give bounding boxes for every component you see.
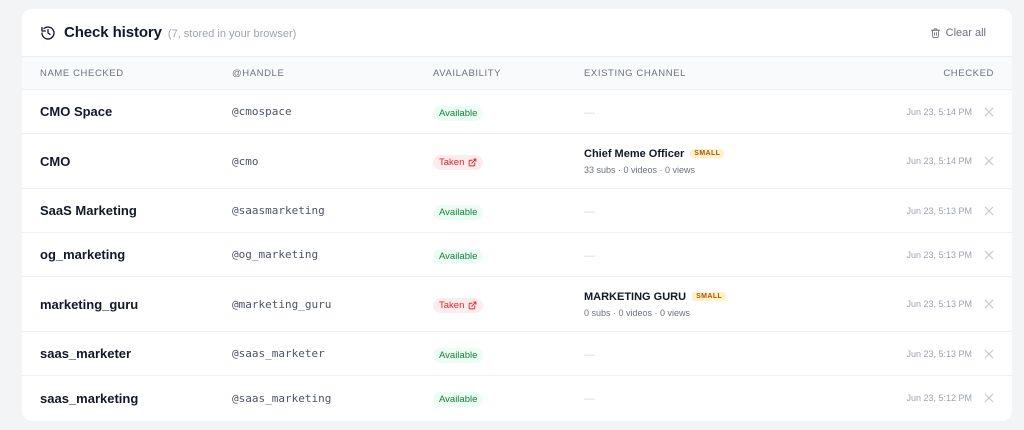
history-icon [40, 25, 56, 41]
channel-name: Chief Meme Officer [584, 147, 685, 160]
channel-size-tag: SMALL [692, 292, 727, 301]
table-row: saas_marketer @saas_marketer Available —… [22, 332, 1012, 376]
handle: @saasmarketing [232, 204, 325, 217]
handle: @cmo [232, 154, 259, 168]
remove-entry-button[interactable] [984, 299, 994, 309]
remove-entry-button[interactable] [984, 349, 994, 359]
checked-time: Jun 23, 5:12 PM [906, 393, 972, 403]
remove-entry-button[interactable] [984, 156, 994, 166]
handle: @marketing_guru [232, 297, 332, 311]
name-checked: CMO Space [40, 104, 113, 119]
table-row: CMO Space @cmospace Available — Jun 23, … [22, 90, 1012, 134]
close-icon [984, 156, 994, 166]
remove-entry-button[interactable] [984, 250, 994, 260]
checked-time: Jun 23, 5:14 PM [906, 106, 972, 117]
external-link-icon [469, 301, 477, 310]
handle: @saas_marketing [232, 391, 332, 405]
remove-entry-button[interactable] [984, 107, 994, 117]
status-badge: Available [433, 105, 484, 121]
column-header-availability[interactable]: AVAILABILITY [433, 68, 584, 79]
name-checked: marketing_guru [40, 296, 139, 312]
checked-time: Jun 23, 5:14 PM [906, 156, 972, 166]
page-title: Check history [64, 24, 162, 41]
column-header-name[interactable]: NAME CHECKED [40, 68, 232, 79]
handle: @cmospace [232, 105, 292, 118]
channel-name: MARKETING GURU [584, 290, 687, 303]
name-checked: og_marketing [40, 247, 126, 262]
check-history-card: Check history (7, stored in your browser… [22, 9, 1012, 421]
close-icon [984, 393, 994, 403]
status-label: Taken [439, 300, 465, 311]
handle: @saas_marketer [232, 347, 325, 360]
close-icon [984, 250, 994, 259]
status-badge: Available [433, 392, 484, 407]
card-header: Check history (7, stored in your browser… [22, 9, 1012, 57]
column-header-handle[interactable]: @HANDLE [232, 68, 433, 79]
table-row: SaaS Marketing @saasmarketing Available … [22, 189, 1012, 233]
checked-time: Jun 23, 5:13 PM [906, 249, 972, 260]
name-checked: saas_marketer [40, 346, 132, 361]
name-checked: saas_marketing [40, 390, 139, 406]
remove-entry-button[interactable] [984, 393, 994, 403]
channel-empty: — [584, 205, 595, 218]
status-badge: Available [433, 248, 484, 264]
checked-time: Jun 23, 5:13 PM [906, 348, 972, 359]
table-row: CMO @cmo Taken Chief Meme Officer SMALL … [22, 134, 1012, 189]
trash-icon [930, 27, 940, 38]
table-row: saas_marketing @saas_marketing Available… [22, 376, 1012, 420]
close-icon [984, 349, 994, 358]
checked-time: Jun 23, 5:13 PM [906, 205, 972, 216]
status-badge: Available [433, 204, 484, 220]
status-label: Taken [439, 157, 465, 168]
clear-all-label: Clear all [945, 26, 986, 39]
channel-empty: — [584, 393, 595, 405]
history-count: (7, stored in your browser) [167, 27, 297, 40]
column-header-checked[interactable]: CHECKED [943, 68, 994, 79]
channel-empty: — [584, 249, 595, 262]
status-badge-link[interactable]: Taken [433, 155, 484, 170]
table-header: NAME CHECKED @HANDLE AVAILABILITY EXISTI… [22, 57, 1012, 90]
handle: @og_marketing [232, 248, 319, 261]
channel-size-tag: SMALL [690, 149, 725, 158]
clear-all-button[interactable]: Clear all [930, 27, 986, 39]
channel-stats: 33 subs · 0 videos · 0 views [584, 164, 696, 175]
table-row: marketing_guru @marketing_guru Taken MAR… [22, 277, 1012, 332]
external-link-icon [469, 158, 477, 167]
close-icon [984, 299, 994, 309]
name-checked: SaaS Marketing [40, 203, 137, 218]
name-checked: CMO [40, 153, 71, 169]
channel-empty: — [584, 348, 595, 361]
close-icon [984, 107, 994, 116]
channel-stats: 0 subs · 0 videos · 0 views [584, 307, 691, 318]
column-header-channel[interactable]: EXISTING CHANNEL [584, 68, 943, 79]
status-badge-link[interactable]: Taken [433, 298, 484, 313]
close-icon [984, 206, 994, 215]
remove-entry-button[interactable] [984, 206, 994, 216]
table-row: og_marketing @og_marketing Available — J… [22, 233, 1012, 277]
checked-time: Jun 23, 5:13 PM [906, 299, 972, 309]
status-badge: Available [433, 347, 484, 363]
channel-empty: — [584, 106, 595, 119]
